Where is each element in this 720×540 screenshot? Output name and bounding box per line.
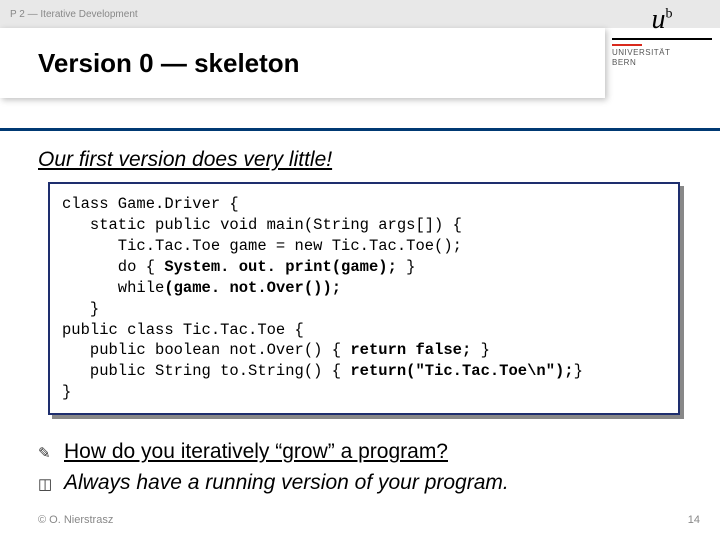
code-bold: System. out. print(game); xyxy=(164,258,406,276)
question-text: How do you iteratively “grow” a program? xyxy=(64,437,448,467)
bullet-question: ✎ How do you iteratively “grow” a progra… xyxy=(38,437,690,467)
bullet-answer: ◫ Always have a running version of your … xyxy=(38,468,690,498)
slide-content: Our first version does very little! clas… xyxy=(38,148,690,498)
pencil-icon: ✎ xyxy=(38,443,58,465)
code-line: } xyxy=(406,258,415,276)
code-bold: return("Tic.Tac.Toe\n"); xyxy=(350,362,573,380)
code-bold: (game. not.Over()); xyxy=(164,279,341,297)
code-line: public class Tic.Tac.Toe { xyxy=(62,321,304,339)
logo-red-bar xyxy=(612,44,642,46)
logo-text-2: BERN xyxy=(612,58,712,68)
code-line: static public void main(String args[]) { xyxy=(62,216,462,234)
code-bold: return false; xyxy=(350,341,480,359)
page-icon: ◫ xyxy=(38,474,58,496)
logo-b-glyph: b xyxy=(666,7,673,22)
title-bar: Version 0 — skeleton xyxy=(0,28,605,98)
logo-underline xyxy=(612,38,712,40)
bullet-list: ✎ How do you iteratively “grow” a progra… xyxy=(38,437,690,498)
page-number: 14 xyxy=(688,514,700,526)
breadcrumb: P 2 — Iterative Development xyxy=(10,9,138,20)
code-shadow: class Game.Driver { static public void m… xyxy=(52,186,684,419)
code-line: Tic.Tac.Toe game = new Tic.Tac.Toe(); xyxy=(62,237,462,255)
code-line: class Game.Driver { xyxy=(62,195,239,213)
code-line: } xyxy=(481,341,490,359)
code-line: public boolean not.Over() { xyxy=(62,341,350,359)
code-line: public String to.String() { xyxy=(62,362,350,380)
logo-letter-u: ub xyxy=(612,4,712,36)
code-line: } xyxy=(62,300,99,318)
code-line: } xyxy=(574,362,583,380)
footer: © O. Nierstrasz 14 xyxy=(38,514,700,526)
code-block: class Game.Driver { static public void m… xyxy=(48,182,680,415)
code-line: } xyxy=(62,383,71,401)
answer-text: Always have a running version of your pr… xyxy=(64,468,509,498)
horizontal-rule xyxy=(0,128,720,131)
university-logo: ub UNIVERSITÄT BERN xyxy=(612,4,712,67)
code-line: do { xyxy=(62,258,164,276)
page-title: Version 0 — skeleton xyxy=(0,48,300,79)
subtitle: Our first version does very little! xyxy=(38,148,690,172)
copyright: © O. Nierstrasz xyxy=(38,514,113,526)
code-line: while xyxy=(62,279,164,297)
logo-text-1: UNIVERSITÄT xyxy=(612,48,712,58)
logo-u-glyph: u xyxy=(652,4,666,35)
